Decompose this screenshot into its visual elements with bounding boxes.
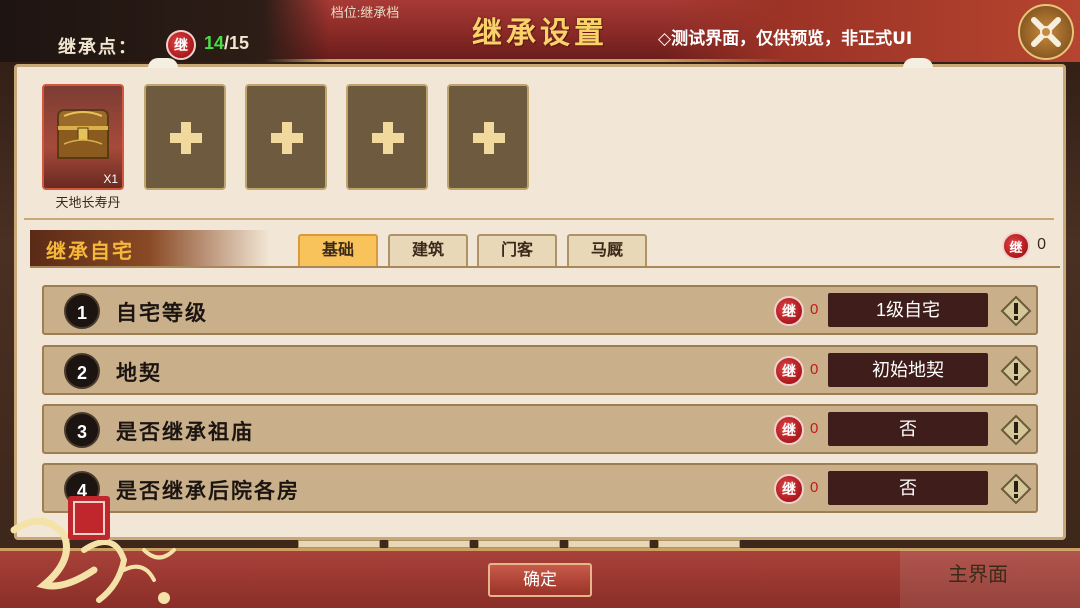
row-cost: 0	[810, 361, 819, 378]
row-number: 2	[64, 353, 100, 389]
plus-icon	[271, 122, 303, 154]
points-current: 14	[204, 33, 225, 53]
plus-icon	[170, 122, 202, 154]
row-label: 地契	[116, 360, 162, 385]
bottom-tab	[388, 540, 470, 548]
item-slot-filled[interactable]: X1	[42, 84, 124, 190]
info-warning-icon[interactable]	[1000, 473, 1032, 505]
tab-stable[interactable]: 马厩	[567, 234, 647, 266]
game-logo-icon	[10, 496, 176, 604]
setting-row: 4 是否继承后院各房 继 0 否	[42, 463, 1038, 513]
item-slot-empty[interactable]	[346, 84, 428, 190]
row-value-selector[interactable]: 否	[828, 412, 988, 446]
info-warning-icon[interactable]	[1000, 295, 1032, 327]
game-logo	[4, 490, 184, 608]
setting-row: 3 是否继承祖庙 继 0 否	[42, 404, 1038, 454]
item-slot-empty[interactable]	[245, 84, 327, 190]
section-header: 继承自宅 基础 建筑 门客 马厩 继 0	[30, 230, 1060, 268]
close-button[interactable]	[1018, 4, 1074, 60]
section-seal-icon: 继	[1002, 232, 1030, 260]
bottom-tab	[658, 540, 740, 548]
panel-hanger-left	[148, 58, 178, 68]
confirm-button[interactable]: 确定	[488, 563, 592, 597]
setting-row: 1 自宅等级 继 0 1级自宅	[42, 285, 1038, 335]
panel-hanger-right	[903, 58, 933, 68]
save-slot-label: 档位:继承档	[330, 5, 400, 20]
row-label: 自宅等级	[116, 300, 208, 325]
tab-retainer[interactable]: 门客	[477, 234, 557, 266]
row-number: 1	[64, 293, 100, 329]
row-value-selector[interactable]: 初始地契	[828, 353, 988, 387]
section-divider	[24, 218, 1054, 220]
row-seal-icon: 继	[774, 356, 804, 386]
info-warning-icon[interactable]	[1000, 355, 1032, 387]
row-seal-icon: 继	[774, 415, 804, 445]
row-cost: 0	[810, 479, 819, 496]
row-seal-icon: 继	[774, 296, 804, 326]
row-value-selector[interactable]: 否	[828, 471, 988, 505]
row-cost: 0	[810, 420, 819, 437]
item-quantity: X1	[103, 172, 118, 186]
row-seal-icon: 继	[774, 474, 804, 504]
row-label: 是否继承祖庙	[116, 419, 254, 444]
item-name: 天地长寿丹	[55, 195, 121, 210]
row-number: 3	[64, 412, 100, 448]
bottom-tab	[478, 540, 560, 548]
tab-basic[interactable]: 基础	[298, 234, 378, 266]
points-max: 15	[229, 33, 250, 53]
treasure-chest-icon	[57, 109, 109, 159]
plus-icon	[473, 122, 505, 154]
setting-row: 2 地契 继 0 初始地契	[42, 345, 1038, 395]
close-icon	[1031, 17, 1061, 47]
section-total-cost: 0	[1037, 236, 1046, 253]
section-title: 继承自宅	[30, 230, 270, 266]
inherit-points-counter: 14/15	[204, 33, 249, 54]
bottom-tab	[298, 540, 380, 548]
inherit-points-label: 继承点：	[58, 37, 138, 58]
inherit-seal-icon: 继	[166, 30, 196, 60]
main-menu-button[interactable]: 主界面	[948, 558, 1008, 587]
plus-icon	[372, 122, 404, 154]
page-title: 继承设置	[472, 16, 608, 51]
info-warning-icon[interactable]	[1000, 414, 1032, 446]
row-value-selector[interactable]: 1级自宅	[828, 293, 988, 327]
row-cost: 0	[810, 301, 819, 318]
bottom-tab-strip	[298, 540, 748, 548]
item-slot-empty[interactable]	[447, 84, 529, 190]
test-notice: ◇测试界面，仅供预览，非正式UI	[658, 29, 913, 49]
top-left-panel	[0, 0, 330, 62]
bottom-tab	[568, 540, 650, 548]
item-slot-empty[interactable]	[144, 84, 226, 190]
item-slots: X1 天地长寿丹	[30, 74, 1050, 224]
tab-building[interactable]: 建筑	[388, 234, 468, 266]
